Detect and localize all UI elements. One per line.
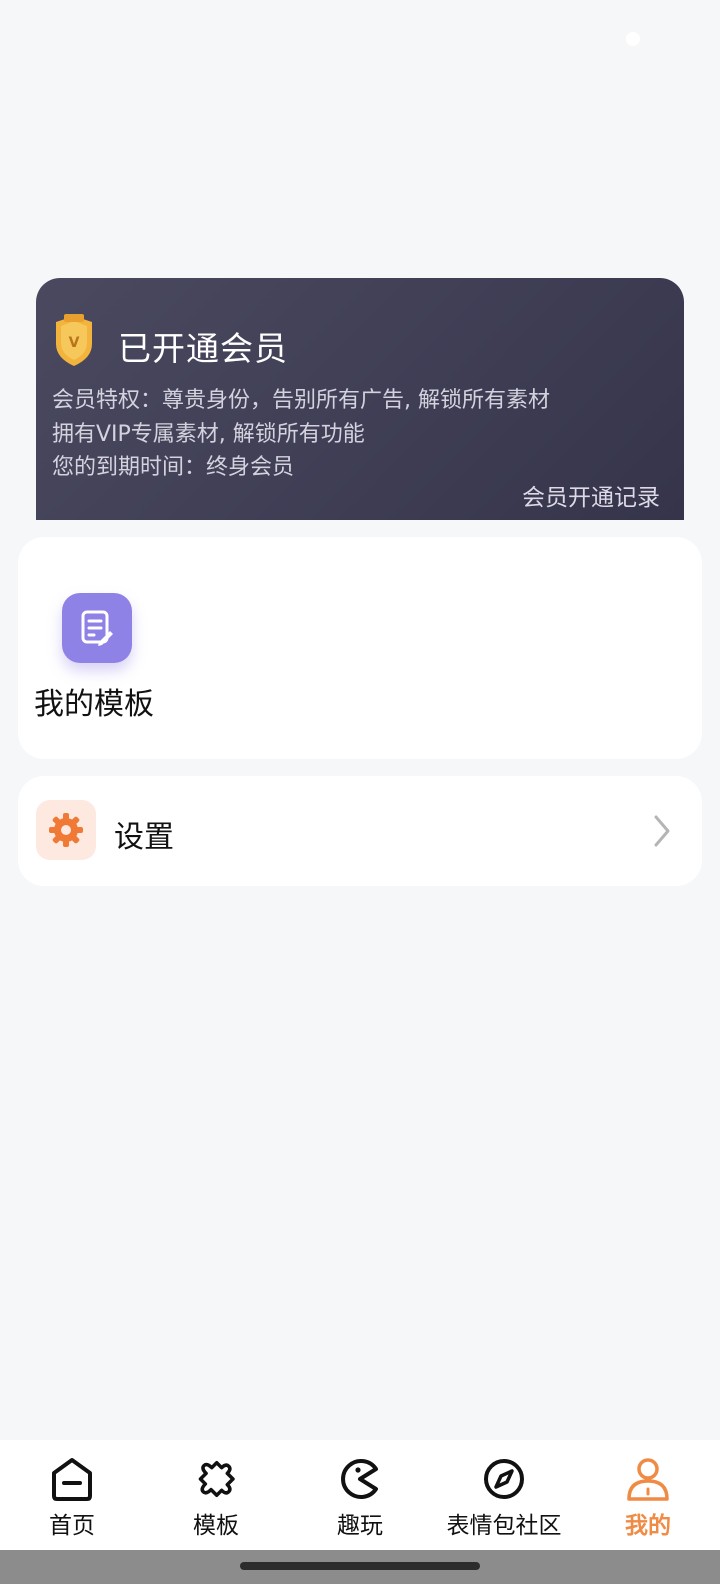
nav-label-sticker-community: 表情包社区 xyxy=(446,1513,562,1539)
vip-records-link[interactable]: 会员开通记录 xyxy=(522,478,660,512)
svg-text:V: V xyxy=(69,335,80,351)
bottom-nav: 首页 模板 趣玩 表情包社区 我的 xyxy=(0,1440,720,1550)
system-gesture-bar xyxy=(0,1550,720,1584)
gear-icon xyxy=(49,813,83,847)
nav-item-templates[interactable]: 模板 xyxy=(144,1440,288,1550)
compass-icon xyxy=(484,1459,524,1499)
user-icon xyxy=(627,1458,669,1501)
settings-label: 设置 xyxy=(114,820,174,855)
nav-item-home[interactable]: 首页 xyxy=(0,1440,144,1550)
vip-expiry-text: 您的到期时间：终身会员 xyxy=(52,455,295,480)
vip-card: V 已开通会员 会员特权：尊贵身份，告别所有广告, 解锁所有素材 拥有VIP专属… xyxy=(36,278,684,520)
nav-item-mine[interactable]: 我的 xyxy=(576,1440,720,1550)
my-templates-card[interactable]: 我的模板 xyxy=(18,537,702,759)
nav-label-fun: 趣玩 xyxy=(337,1513,383,1539)
document-edit-icon xyxy=(81,610,113,646)
home-icon xyxy=(52,1458,92,1501)
nav-item-sticker-community[interactable]: 表情包社区 xyxy=(432,1440,576,1550)
settings-row[interactable]: 设置 xyxy=(18,776,702,886)
status-indicator xyxy=(626,32,640,46)
nav-label-home: 首页 xyxy=(49,1513,95,1539)
vip-privilege-text: 会员特权：尊贵身份，告别所有广告, 解锁所有素材 xyxy=(52,388,550,413)
vip-extra-text: 拥有VIP专属素材, 解锁所有功能 xyxy=(52,422,365,447)
vip-badge-icon: V xyxy=(56,314,92,366)
pacman-icon xyxy=(341,1459,378,1499)
nav-label-templates: 模板 xyxy=(193,1513,239,1539)
chevron-right-icon xyxy=(654,815,670,847)
nav-item-fun[interactable]: 趣玩 xyxy=(288,1440,432,1550)
gesture-handle[interactable] xyxy=(240,1562,480,1570)
my-templates-button[interactable] xyxy=(62,593,132,663)
vip-title: 已开通会员 xyxy=(118,329,288,368)
nav-label-mine: 我的 xyxy=(625,1513,671,1539)
settings-icon-bg xyxy=(36,800,96,860)
puzzle-icon xyxy=(198,1460,235,1498)
my-templates-label: 我的模板 xyxy=(34,687,154,722)
